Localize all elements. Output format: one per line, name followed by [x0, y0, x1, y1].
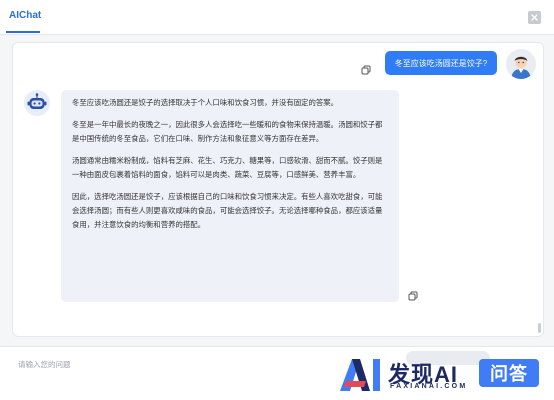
bot-paragraph: 冬至是一年中最长的夜晚之一，因此很多人会选择吃一些暖和的食物来保持温暖。汤圆和饺…	[72, 120, 383, 143]
bot-paragraph: 冬至应该吃汤圆还是饺子的选择取决于个人口味和饮食习惯，并没有固定的答案。	[72, 98, 339, 107]
user-message-bubble: 冬至应该吃汤圆还是饺子?	[385, 51, 497, 75]
scrollbar-thumb[interactable]	[538, 323, 541, 333]
tab-aichat[interactable]: AIChat	[9, 10, 41, 21]
user-avatar-icon	[506, 49, 536, 79]
user-avatar	[506, 49, 536, 79]
copy-icon	[361, 65, 370, 74]
active-tab-indicator	[6, 31, 40, 33]
header-bar: AIChat	[0, 0, 554, 35]
watermark-subtitle: FAXIANAI.COM	[390, 383, 468, 390]
copy-button[interactable]	[406, 289, 419, 302]
copy-button[interactable]	[359, 63, 372, 76]
bot-paragraph: 汤圆通常由糯米粉制成，馅料有芝麻、花生、巧克力、糖果等，口感软滑、甜而不腻。饺子…	[72, 156, 383, 179]
faxianai-logo-icon	[340, 359, 380, 391]
close-button[interactable]	[528, 11, 541, 24]
bot-avatar	[24, 90, 50, 116]
close-icon	[531, 14, 538, 21]
user-message-text: 冬至应该吃汤圆还是饺子?	[394, 58, 488, 68]
robot-icon	[27, 93, 47, 109]
bot-message-bubble: 冬至应该吃汤圆还是饺子的选择取决于个人口味和饮食习惯，并没有固定的答案。 冬至是…	[61, 90, 399, 302]
chat-panel: 冬至应该吃汤圆还是饺子? 冬至应该吃汤圆还是饺子的选择取决于个人口味和饮食习惯，…	[12, 42, 544, 337]
bot-paragraph: 因此，选择吃汤圆还是饺子，应该根据自己的口味和饮食习惯来决定。有些人喜欢吃甜食，…	[72, 192, 383, 229]
watermark: 发现AI FAXIANAI.COM 问答	[336, 355, 546, 395]
question-input[interactable]	[12, 355, 384, 373]
copy-icon	[408, 291, 417, 300]
watermark-badge: 问答	[479, 359, 539, 387]
